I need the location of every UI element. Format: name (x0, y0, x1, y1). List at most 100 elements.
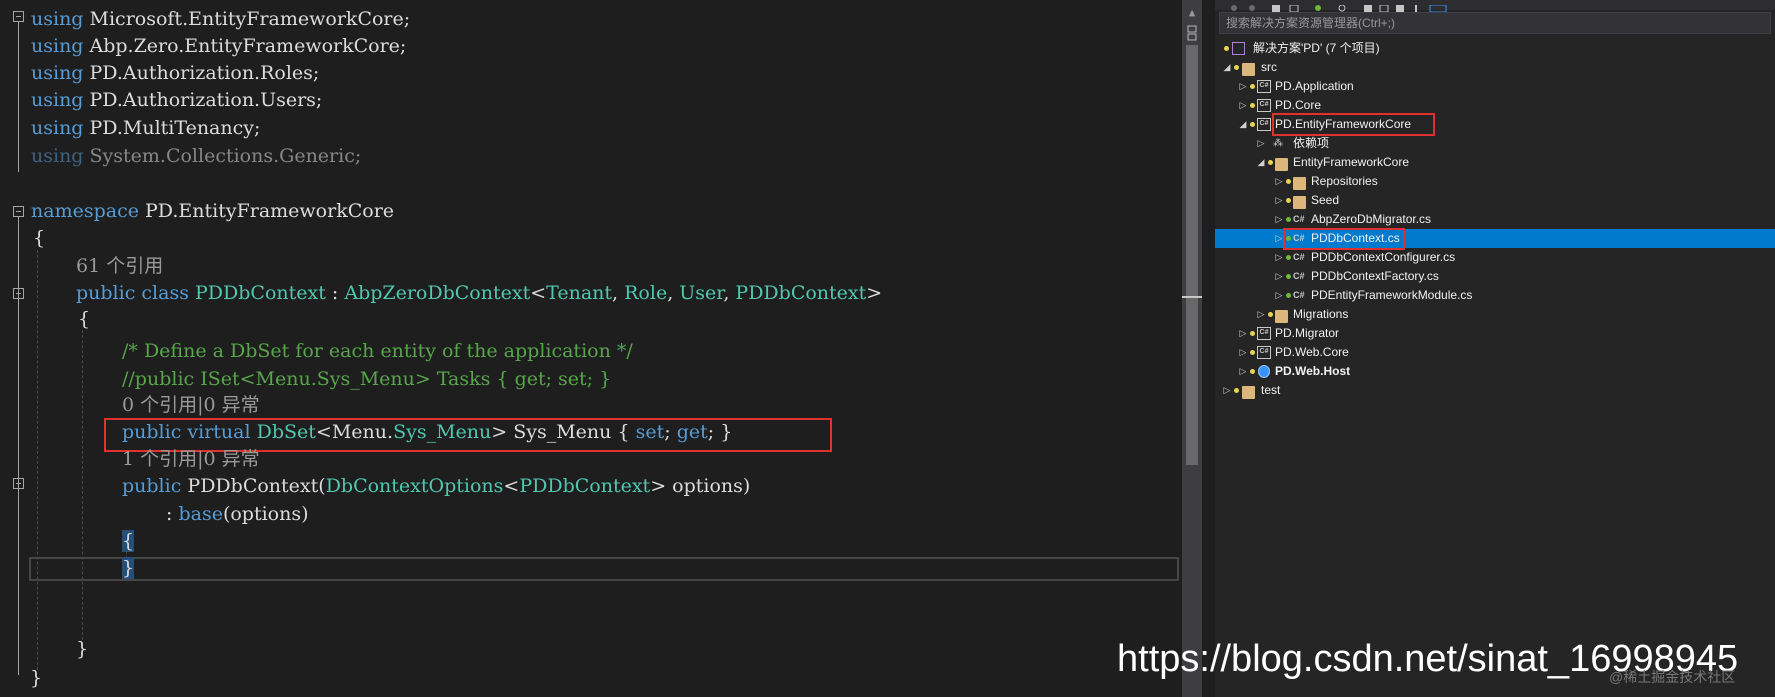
collapsed-arrow-icon[interactable]: ▷ (1222, 381, 1232, 400)
tree-item-pddbcontextconfigurer[interactable]: ▷ C# PDDbContextConfigurer.cs (1215, 248, 1775, 267)
copy-icon[interactable] (1379, 0, 1389, 13)
keyword: namespace (31, 200, 139, 222)
tree-item-src[interactable]: ◢ src (1215, 58, 1775, 77)
punct: ( (318, 475, 326, 497)
solution-icon (1232, 42, 1245, 55)
collapsed-arrow-icon[interactable]: ▷ (1274, 210, 1284, 229)
code-editor[interactable]: using Microsoft.EntityFrameworkCore; usi… (0, 0, 1207, 697)
code-line-base-call[interactable]: : base(options) (166, 501, 309, 528)
code-line-using-3[interactable]: using PD.Authorization.Roles; (31, 60, 319, 87)
collapsed-arrow-icon[interactable]: ▷ (1274, 172, 1284, 191)
code-line-namespace-close[interactable]: } (30, 665, 42, 692)
tree-item-label: 依赖项 (1293, 136, 1330, 150)
tree-item-pd-web-host[interactable]: ▷ PD.Web.Host (1215, 362, 1775, 381)
scrollbar-thumb[interactable] (1186, 45, 1198, 465)
namespace-ref: System.Collections.Generic; (89, 145, 362, 167)
show-all-files-icon[interactable] (1395, 0, 1405, 12)
tree-item-repositories[interactable]: ▷ Repositories (1215, 172, 1775, 191)
forward-icon[interactable] (1247, 0, 1257, 11)
collapsed-arrow-icon[interactable]: ▷ (1256, 134, 1266, 153)
scroll-up-arrow-icon[interactable]: ▲ (1184, 6, 1200, 20)
home-icon[interactable] (1271, 0, 1281, 12)
code-line-using-6[interactable]: using System.Collections.Generic; (31, 143, 361, 170)
solution-explorer-toolbar (1215, 0, 1775, 13)
folder-icon (1293, 196, 1306, 209)
punct: : (331, 282, 339, 304)
vertical-scrollbar[interactable]: ▲ (1182, 0, 1202, 697)
matched-brace: } (122, 557, 135, 579)
pending-changes-icon[interactable] (1313, 0, 1323, 11)
tree-item-pdentityframeworkmodule[interactable]: ▷ C# PDEntityFrameworkModule.cs (1215, 286, 1775, 305)
tree-item-seed[interactable]: ▷ Seed (1215, 191, 1775, 210)
tree-item-label: test (1261, 383, 1281, 397)
tree-item-label: Migrations (1293, 307, 1349, 321)
punct: : (166, 503, 173, 525)
collapsed-arrow-icon[interactable]: ▷ (1274, 248, 1284, 267)
status-dot (1234, 65, 1239, 70)
collapsed-arrow-icon[interactable]: ▷ (1238, 324, 1248, 343)
keyword: using (31, 8, 84, 30)
codelens-ctor-references[interactable]: 1 个引用|0 异常 (122, 446, 260, 473)
type-arg: Tenant (546, 282, 613, 304)
tree-item-migrations[interactable]: ▷ Migrations (1215, 305, 1775, 324)
code-line-using-5[interactable]: using PD.MultiTenancy; (31, 115, 260, 142)
tree-item-abpzerodbmigrator[interactable]: ▷ C# AbpZeroDbMigrator.cs (1215, 210, 1775, 229)
namespace-ref: Microsoft.EntityFrameworkCore; (89, 8, 411, 30)
code-line-ctor-decl[interactable]: public PDDbContext(DbContextOptions<PDDb… (122, 473, 750, 500)
properties-icon[interactable] (1411, 0, 1421, 12)
collapsed-arrow-icon[interactable]: ▷ (1238, 77, 1248, 96)
collapse-class-toggle[interactable] (13, 288, 24, 299)
code-line-class-close[interactable]: } (76, 636, 88, 663)
code-line-comment-2[interactable]: //public ISet<Menu.Sys_Menu> Tasks { get… (122, 366, 611, 393)
watermark-credit: @稀土掘金技术社区 (1609, 669, 1736, 685)
code-line-class-decl[interactable]: public class PDDbContext : AbpZeroDbCont… (76, 280, 882, 307)
code-line-namespace-open[interactable]: { (33, 225, 45, 252)
collapsed-arrow-icon[interactable]: ▷ (1238, 96, 1248, 115)
collapse-usings-toggle[interactable] (13, 11, 24, 22)
collapsed-arrow-icon[interactable]: ▷ (1274, 191, 1284, 210)
code-line-class-open[interactable]: { (78, 306, 90, 333)
collapsed-arrow-icon[interactable]: ▷ (1238, 362, 1248, 381)
tree-item-pd-application[interactable]: ▷ C# PD.Application (1215, 77, 1775, 96)
tree-item-solution[interactable]: 解决方案'PD' (7 个项目) (1215, 39, 1775, 58)
code-line-using-2[interactable]: using Abp.Zero.EntityFrameworkCore; (31, 33, 406, 60)
expanded-arrow-icon[interactable]: ◢ (1222, 58, 1232, 77)
search-input[interactable]: 搜索解决方案资源管理器(Ctrl+;) (1219, 12, 1771, 34)
tree-item-label: src (1261, 60, 1277, 74)
code-line-ctor-open[interactable]: { (122, 528, 135, 555)
collapse-namespace-toggle[interactable] (13, 206, 24, 217)
ctor-name: PDDbContext (187, 475, 319, 497)
param-name: options) (672, 475, 751, 497)
tree-item-pd-migrator[interactable]: ▷ C# PD.Migrator (1215, 324, 1775, 343)
code-line-comment-1[interactable]: /* Define a DbSet for each entity of the… (122, 338, 633, 365)
expanded-arrow-icon[interactable]: ◢ (1238, 115, 1248, 134)
collapsed-arrow-icon[interactable]: ▷ (1238, 343, 1248, 362)
sync-icon[interactable] (1337, 0, 1347, 12)
collapse-all-icon[interactable] (1363, 0, 1373, 12)
code-line-ctor-close[interactable]: } (122, 555, 135, 582)
tree-item-dependencies[interactable]: ▷ ⁂ 依赖项 (1215, 134, 1775, 153)
collapse-ctor-toggle[interactable] (13, 478, 24, 489)
namespace-ref: PD.MultiTenancy; (89, 117, 261, 139)
tree-item-pddbcontextfactory[interactable]: ▷ C# PDDbContextFactory.cs (1215, 267, 1775, 286)
collapsed-arrow-icon[interactable]: ▷ (1274, 267, 1284, 286)
back-icon[interactable] (1229, 0, 1239, 11)
tree-item-label: PDEntityFrameworkModule.cs (1311, 288, 1473, 302)
split-window-icon[interactable] (1186, 24, 1198, 42)
collapsed-arrow-icon[interactable]: ▷ (1274, 286, 1284, 305)
code-line-using-1[interactable]: using Microsoft.EntityFrameworkCore; (31, 6, 410, 33)
switch-views-icon[interactable] (1289, 0, 1299, 13)
codelens-property-references[interactable]: 0 个引用|0 异常 (122, 392, 260, 419)
tree-item-entityframeworkcore-folder[interactable]: ◢ EntityFrameworkCore (1215, 153, 1775, 172)
collapsed-arrow-icon[interactable]: ▷ (1256, 305, 1266, 324)
tree-item-test[interactable]: ▷ test (1215, 381, 1775, 400)
codelens-class-references[interactable]: 61 个引用 (76, 253, 163, 280)
tree-item-pd-web-core[interactable]: ▷ C# PD.Web.Core (1215, 343, 1775, 362)
csharp-file-icon: C# (1293, 252, 1305, 262)
status-dot (1286, 179, 1291, 184)
expanded-arrow-icon[interactable]: ◢ (1256, 153, 1266, 172)
preview-icon[interactable] (1429, 0, 1447, 13)
code-line-namespace[interactable]: namespace PD.EntityFrameworkCore (31, 198, 394, 225)
code-line-using-4[interactable]: using PD.Authorization.Users; (31, 87, 322, 114)
status-dot (1268, 160, 1273, 165)
